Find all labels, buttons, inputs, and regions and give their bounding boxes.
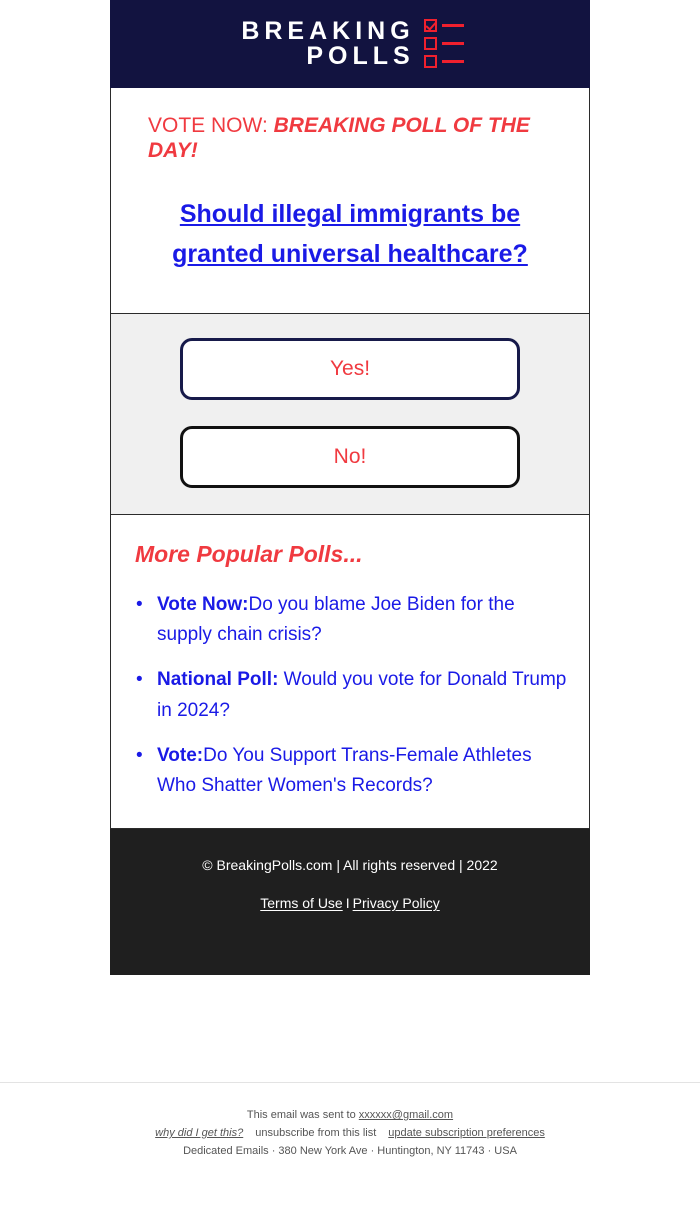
poll-question-link[interactable]: Should illegal immigrants be granted uni…: [148, 194, 552, 283]
vote-yes-button[interactable]: Yes!: [180, 337, 520, 400]
poll-question-block: VOTE NOW: BREAKING POLL OF THE DAY! Shou…: [110, 88, 590, 314]
list-item[interactable]: Vote:Do You Support Trans-Female Athlete…: [136, 741, 567, 803]
logo-wordmark: BREAKING POLLS: [236, 16, 415, 70]
dash-icon: [441, 60, 464, 63]
email-preview: BREAKING POLLS VOTE NOW: BREAKING POLL O…: [0, 0, 700, 1161]
brand-logo[interactable]: BREAKING POLLS: [236, 16, 464, 70]
logo-line-polls: POLLS: [306, 42, 415, 70]
client-footer-links: why did I get this? unsubscribe from this…: [0, 1125, 700, 1143]
recipient-email-link[interactable]: xxxxxx@gmail.com: [359, 1109, 453, 1121]
checklist-row: [423, 37, 464, 50]
list-item-label: Vote:: [157, 744, 204, 766]
dash-icon: [441, 24, 464, 27]
copyright-text: © BreakingPolls.com | All rights reserve…: [202, 857, 498, 874]
logo-checklist-icon: [423, 19, 464, 69]
footer-link-separator: I: [345, 895, 350, 912]
list-item-text: Do You Support Trans-Female Athletes Who…: [157, 744, 532, 797]
list-item-label: National Poll:: [157, 669, 279, 691]
footer-links: Terms of Use I Privacy Policy: [130, 895, 570, 911]
terms-of-use-link[interactable]: Terms of Use: [260, 895, 342, 911]
poll-eyebrow: VOTE NOW: BREAKING POLL OF THE DAY!: [148, 114, 552, 164]
update-preferences-link[interactable]: update subscription preferences: [388, 1127, 545, 1139]
checkbox-checked-icon: [423, 19, 437, 32]
list-item[interactable]: Vote Now:Do you blame Joe Biden for the …: [136, 590, 567, 652]
more-polls-block: More Popular Polls... Vote Now:Do you bl…: [110, 514, 590, 830]
checklist-row: [423, 55, 464, 68]
poll-answers: Yes! No!: [110, 313, 590, 515]
why-did-i-get-this-link[interactable]: why did I get this?: [155, 1127, 243, 1139]
list-item-label: Vote Now:: [157, 593, 249, 615]
sender-address: Dedicated Emails · 380 New York Ave · Hu…: [183, 1144, 517, 1157]
brand-header: BREAKING POLLS: [110, 0, 590, 88]
unsubscribe-link[interactable]: unsubscribe from this list: [255, 1127, 376, 1139]
email-footer: © BreakingPolls.com | All rights reserve…: [110, 829, 590, 976]
checklist-row: [423, 19, 464, 32]
sent-to-line: This email was sent to xxxxxx@gmail.com: [0, 1107, 700, 1125]
client-footer: This email was sent to xxxxxx@gmail.com …: [0, 1083, 700, 1160]
list-item[interactable]: National Poll: Would you vote for Donald…: [136, 665, 567, 727]
sent-to-prefix: This email was sent to: [246, 1109, 359, 1122]
poll-eyebrow-label: VOTE NOW:: [148, 114, 268, 137]
checkbox-empty-icon: [423, 37, 437, 50]
more-polls-heading: More Popular Polls...: [135, 540, 363, 567]
privacy-policy-link[interactable]: Privacy Policy: [353, 895, 440, 911]
vote-no-button[interactable]: No!: [180, 425, 520, 488]
dash-icon: [441, 42, 464, 45]
email-card: BREAKING POLLS VOTE NOW: BREAKING POLL O…: [110, 0, 590, 976]
logo-line-breaking: BREAKING: [241, 16, 415, 45]
more-polls-list: Vote Now:Do you blame Joe Biden for the …: [123, 590, 567, 803]
checkbox-empty-icon: [423, 55, 437, 68]
